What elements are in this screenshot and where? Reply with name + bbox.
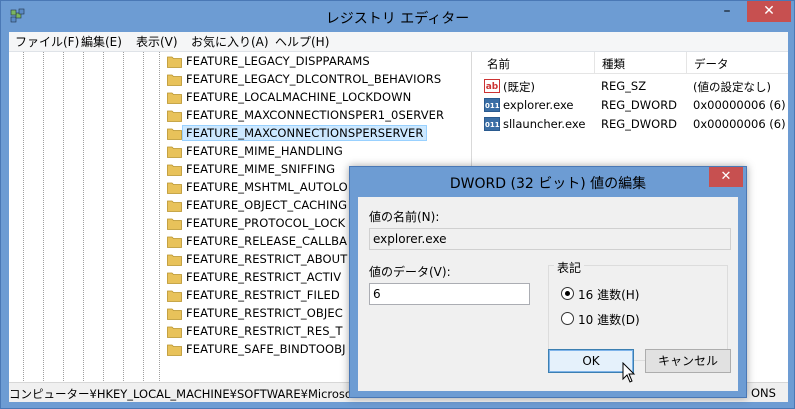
dialog-body: 値の名前(N): explorer.exe 値のデータ(V): 6 表記 16 … (358, 197, 738, 391)
binary-value-icon: 011 (484, 98, 500, 112)
tree-item-label: FEATURE_OBJECT_CACHING (186, 198, 348, 212)
col-name-header[interactable]: 名前 (487, 56, 510, 72)
tree-item-label: FEATURE_MAXCONNECTIONSPERSERVER (182, 125, 428, 141)
hex-radio-label[interactable]: 16 進数(H) (578, 286, 639, 303)
minimize-button[interactable]: – (713, 1, 741, 22)
value-row[interactable]: ab (既定) REG_SZ (値の設定なし) (480, 77, 788, 96)
tree-item-label: FEATURE_MSHTML_AUTOLO (186, 180, 348, 194)
folder-icon (167, 74, 182, 86)
mouse-pointer-icon (622, 362, 636, 383)
tree-item-label: FEATURE_SAFE_BINDTOOBJ (186, 342, 346, 356)
folder-icon (167, 56, 182, 68)
value-name-field[interactable]: explorer.exe (369, 228, 731, 250)
tree-item-label: FEATURE_LOCALMACHINE_LOCKDOWN (186, 90, 412, 104)
value-name: (既定) (503, 80, 535, 94)
tree-item-label: FEATURE_MAXCONNECTIONSPER1_0SERVER (186, 108, 445, 122)
folder-icon (167, 254, 182, 266)
string-value-icon: ab (484, 79, 500, 93)
decimal-radio-label[interactable]: 10 進数(D) (578, 311, 640, 328)
folder-icon (167, 218, 182, 230)
tree-item-label: FEATURE_RESTRICT_RES_T (186, 324, 343, 338)
tree-item[interactable]: FEATURE_LEGACY_DISPPARAMS (167, 53, 467, 71)
tree-item[interactable]: FEATURE_MIME_HANDLING (167, 143, 467, 161)
value-data-input[interactable]: 6 (369, 283, 530, 305)
decimal-radio[interactable] (561, 312, 574, 325)
tree-item[interactable]: FEATURE_LEGACY_DLCONTROL_BEHAVIORS (167, 71, 467, 89)
value-type: REG_SZ (601, 79, 647, 93)
value-data: (値の設定なし) (693, 80, 771, 94)
folder-icon (167, 110, 182, 122)
folder-icon (167, 308, 182, 320)
menu-edit[interactable]: 編集(E) (81, 34, 122, 50)
tree-item-label: FEATURE_MIME_HANDLING (186, 144, 343, 158)
menu-file[interactable]: ファイル(F) (15, 34, 79, 50)
tree-connector-lines (23, 52, 160, 382)
tree-item[interactable]: FEATURE_LOCALMACHINE_LOCKDOWN (167, 89, 467, 107)
value-name-label: 値の名前(N): (369, 210, 440, 224)
col-type-header[interactable]: 種類 (602, 56, 625, 72)
folder-icon (167, 200, 182, 212)
value-type: REG_DWORD (601, 117, 678, 131)
window-title: レジストリ エディター (325, 11, 470, 27)
value-row[interactable]: 011 explorer.exe REG_DWORD 0x00000006 (6… (480, 96, 788, 115)
menu-favorites[interactable]: お気に入り(A) (191, 34, 269, 50)
value-data: 0x00000006 (6) (693, 117, 786, 131)
close-button[interactable]: ✕ (747, 1, 791, 22)
folder-icon (167, 236, 182, 248)
column-divider[interactable] (686, 52, 687, 74)
tree-item-selected[interactable]: FEATURE_MAXCONNECTIONSPERSERVER (167, 125, 467, 143)
col-data-header[interactable]: データ (694, 56, 729, 72)
title-bar[interactable]: レジストリ エディター – ✕ (1, 1, 794, 32)
value-data-label: 値のデータ(V): (369, 265, 451, 279)
tree-item-label: FEATURE_RESTRICT_ABOUT (186, 252, 348, 266)
status-path: コンピューター¥HKEY_LOCAL_MACHINE¥SOFTWARE¥Micr… (9, 387, 356, 401)
dword-edit-dialog: DWORD (32 ビット) 値の編集 ✕ 値の名前(N): explorer.… (349, 166, 747, 398)
binary-value-icon: 011 (484, 117, 500, 131)
folder-icon (167, 128, 182, 140)
tree-item-label: FEATURE_MIME_SNIFFING (186, 162, 336, 176)
tree-item[interactable]: FEATURE_MAXCONNECTIONSPER1_0SERVER (167, 107, 467, 125)
tree-item-label: FEATURE_LEGACY_DLCONTROL_BEHAVIORS (186, 72, 442, 86)
status-path-tail: ONS (751, 386, 776, 400)
base-label: 表記 (554, 259, 585, 276)
value-name: sllauncher.exe (503, 117, 586, 131)
folder-icon (167, 326, 182, 338)
tree-item-label: FEATURE_RELEASE_CALLBA (186, 234, 348, 248)
tree-item-label: FEATURE_RESTRICT_OBJEC (186, 306, 343, 320)
dialog-title: DWORD (32 ビット) 値の編集 (449, 176, 647, 192)
folder-icon (167, 344, 182, 356)
menu-bar: ファイル(F) 編集(E) 表示(V) お気に入り(A) ヘルプ(H) (9, 32, 788, 52)
value-data: 0x00000006 (6) (693, 98, 786, 112)
tree-item-label: FEATURE_RESTRICT_ACTIV (186, 270, 342, 284)
value-type: REG_DWORD (601, 98, 678, 112)
cancel-button[interactable]: キャンセル (645, 349, 731, 373)
value-row[interactable]: 011 sllauncher.exe REG_DWORD 0x00000006 … (480, 115, 788, 134)
folder-icon (167, 146, 182, 158)
column-divider[interactable] (594, 52, 595, 74)
menu-view[interactable]: 表示(V) (136, 34, 178, 50)
tree-item-label: FEATURE_PROTOCOL_LOCK (186, 216, 346, 230)
folder-icon (167, 92, 182, 104)
hex-radio[interactable] (561, 287, 574, 300)
folder-icon (167, 272, 182, 284)
list-header: 名前 種類 データ (480, 52, 788, 74)
folder-icon (167, 290, 182, 302)
menu-help[interactable]: ヘルプ(H) (275, 34, 329, 50)
dialog-close-button[interactable]: ✕ (709, 167, 743, 187)
tree-item-label: FEATURE_LEGACY_DISPPARAMS (186, 54, 370, 68)
tree-item-label: FEATURE_RESTRICT_FILED (186, 288, 340, 302)
folder-icon (167, 182, 182, 194)
folder-icon (167, 164, 182, 176)
value-name: explorer.exe (503, 98, 574, 112)
